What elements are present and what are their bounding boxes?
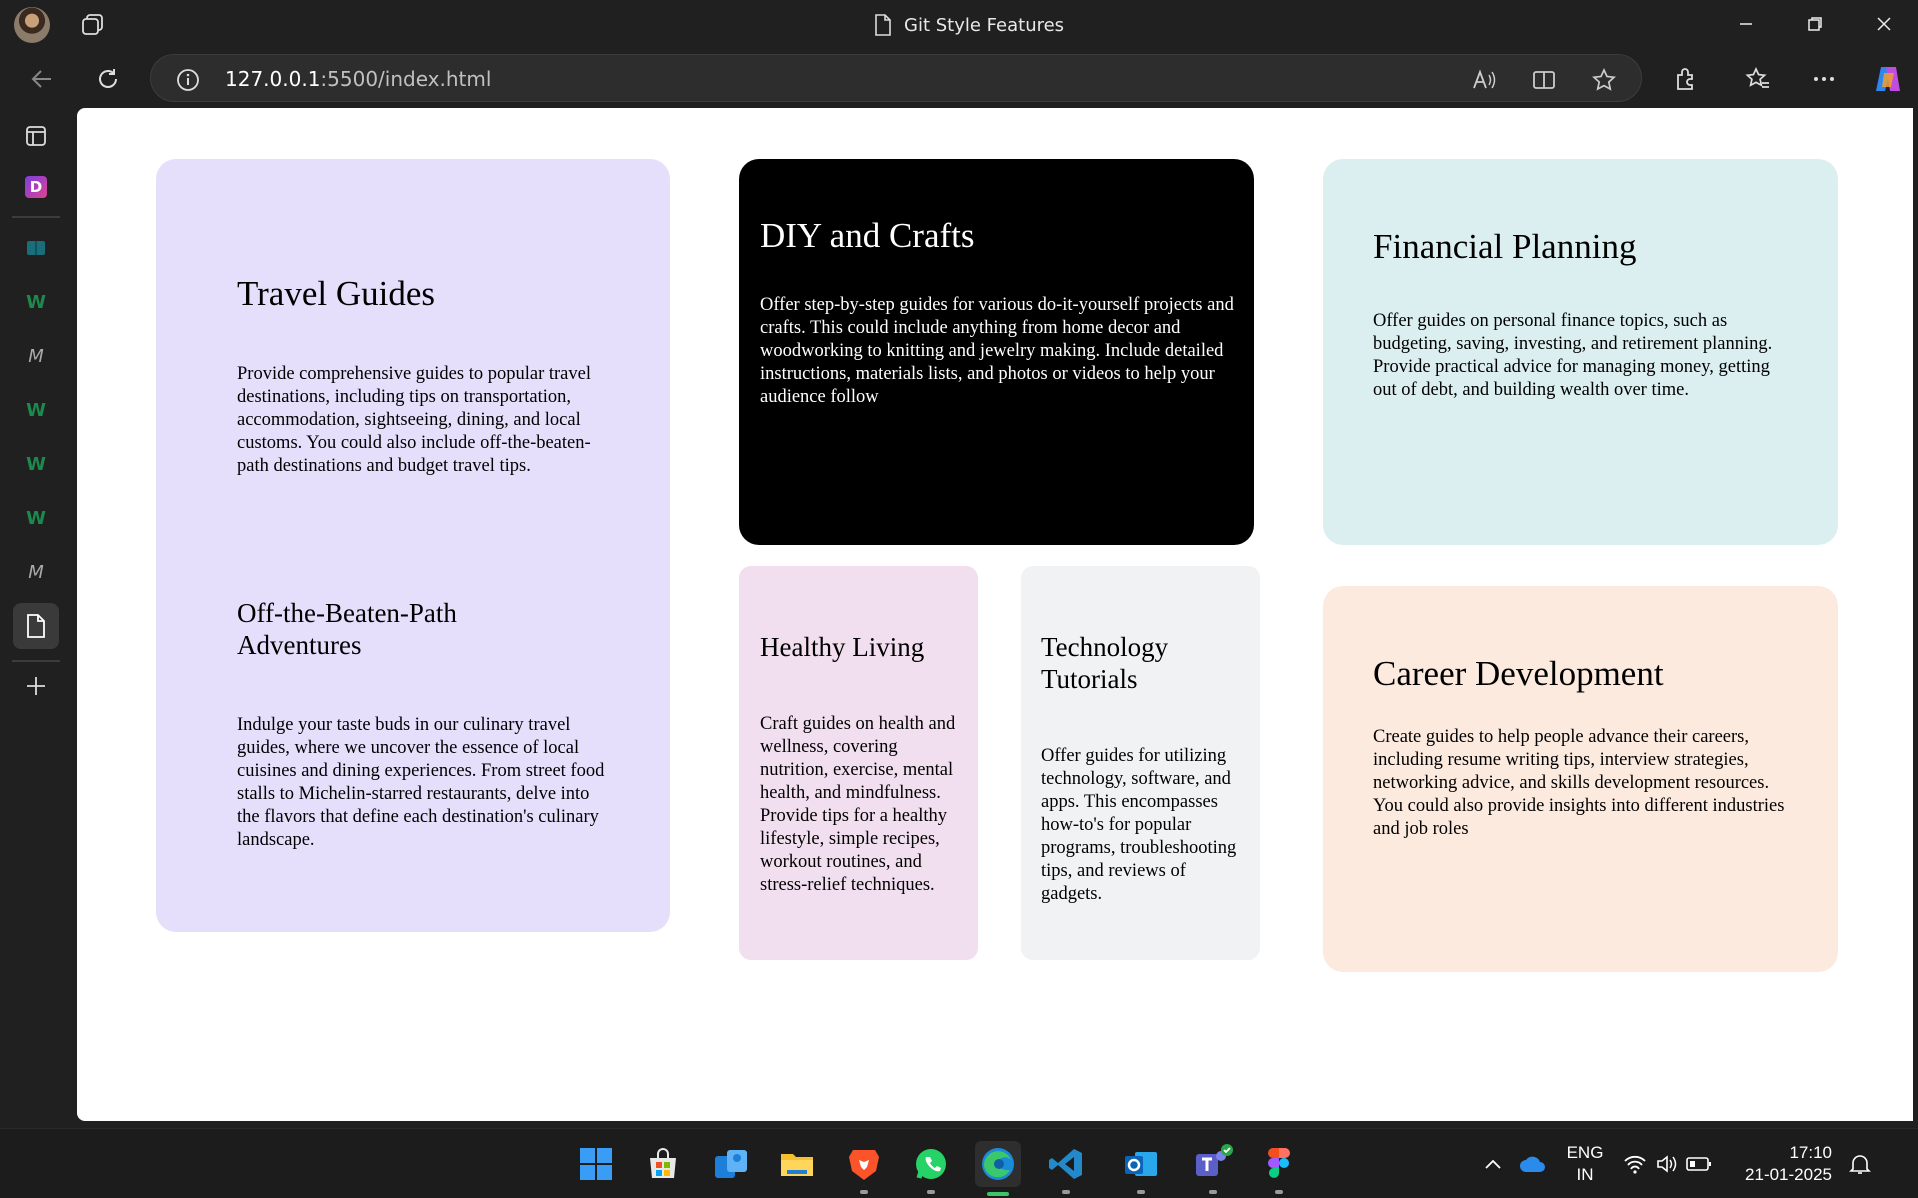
technology-tutorials-card: Technology Tutorials Offer guides for ut… [1021, 566, 1260, 960]
w-icon[interactable]: W [16, 282, 56, 322]
window-title-text: Git Style Features [904, 14, 1065, 36]
diy-crafts-card: DIY and Crafts Offer step-by-step guides… [739, 159, 1254, 545]
sidebar-divider [12, 216, 60, 218]
adventures-text: Indulge your taste buds in our culinary … [237, 715, 605, 850]
financial-planning-card: Financial Planning Offer guides on perso… [1323, 159, 1838, 545]
tab-actions-icon[interactable] [16, 116, 56, 156]
travel-guides-heading: Travel Guides [237, 274, 436, 313]
back-button[interactable] [24, 61, 60, 97]
vscode-icon[interactable] [1045, 1143, 1087, 1194]
window-title: Git Style Features [874, 12, 1064, 38]
clock[interactable]: 17:10 21-01-2025 [1722, 1142, 1832, 1186]
technology-tutorials-text: Offer guides for utilizing technology, s… [1041, 746, 1237, 904]
read-aloud-icon[interactable] [1471, 67, 1497, 93]
diy-crafts-text: Offer step-by-step guides for various do… [760, 295, 1234, 407]
healthy-living-heading: Healthy Living [760, 632, 925, 662]
running-indicator [1062, 1190, 1070, 1194]
outlook-icon[interactable] [1120, 1143, 1162, 1194]
tab-actions-icon[interactable] [80, 12, 106, 38]
system-tray: ENG IN 17:10 21-01-2025 [1478, 1129, 1880, 1198]
document-icon[interactable] [13, 603, 59, 649]
technology-tutorials-heading: Technology Tutorials [1041, 632, 1169, 694]
teams-icon[interactable] [1192, 1143, 1234, 1194]
more-options-icon[interactable] [1806, 61, 1842, 97]
people-icon[interactable] [710, 1143, 752, 1185]
language-indicator[interactable]: ENG IN [1558, 1142, 1612, 1186]
browser-sidebar: D W M W W W M [0, 108, 72, 1128]
w-icon[interactable]: W [16, 498, 56, 538]
w-icon[interactable]: W [16, 390, 56, 430]
travel-guides-card: Travel Guides Provide comprehensive guid… [156, 159, 670, 932]
running-indicator [1137, 1190, 1145, 1194]
financial-planning-heading: Financial Planning [1373, 227, 1637, 266]
running-indicator [1275, 1190, 1283, 1194]
active-indicator [987, 1192, 1009, 1196]
store-icon[interactable] [642, 1143, 684, 1185]
url-path: :5500/index.html [320, 67, 492, 91]
figma-icon[interactable] [1258, 1143, 1300, 1194]
url-text[interactable]: 127.0.0.1:5500/index.html [225, 67, 491, 91]
site-info-icon[interactable] [175, 67, 201, 93]
clock-time: 17:10 [1789, 1143, 1832, 1162]
adventures-heading: Off-the-Beaten-Path Adventures [237, 598, 457, 660]
language-line2: IN [1576, 1165, 1594, 1184]
close-button[interactable] [1849, 0, 1918, 48]
d-app-glyph: D [25, 176, 47, 198]
m-icon[interactable]: M [16, 552, 56, 592]
notification-icon[interactable] [1840, 1153, 1880, 1175]
wifi-icon[interactable] [1618, 1154, 1652, 1174]
w-icon[interactable]: W [16, 444, 56, 484]
start-icon[interactable] [575, 1143, 617, 1185]
favorites-icon[interactable] [1740, 61, 1776, 97]
copilot-icon[interactable] [1870, 61, 1906, 97]
favorite-star-icon[interactable] [1591, 67, 1617, 93]
running-indicator [860, 1190, 868, 1194]
windows-taskbar: ENG IN 17:10 21-01-2025 [0, 1128, 1918, 1198]
plus-icon[interactable] [16, 666, 56, 706]
d-app-icon[interactable]: D [16, 167, 56, 207]
career-development-text: Create guides to help people advance the… [1373, 727, 1785, 839]
window-controls [1711, 0, 1918, 48]
brave-icon[interactable] [843, 1143, 885, 1194]
file-explorer-icon[interactable] [776, 1143, 818, 1185]
language-line1: ENG [1566, 1143, 1604, 1162]
whatsapp-icon[interactable] [910, 1143, 952, 1194]
volume-icon[interactable] [1652, 1154, 1682, 1174]
address-bar[interactable]: 127.0.0.1:5500/index.html [150, 54, 1642, 102]
extensions-icon[interactable] [1668, 61, 1704, 97]
reader-view-icon[interactable] [1531, 67, 1557, 93]
profile-avatar[interactable] [14, 7, 50, 43]
running-indicator [1209, 1190, 1217, 1194]
healthy-living-text: Craft guides on health and wellness, cov… [760, 714, 956, 895]
book-icon[interactable] [16, 228, 56, 268]
career-development-heading: Career Development [1373, 654, 1664, 693]
clock-date: 21-01-2025 [1745, 1165, 1832, 1184]
career-development-card: Career Development Create guides to help… [1323, 586, 1838, 972]
browser-toolbar: 127.0.0.1:5500/index.html [0, 48, 1918, 108]
running-indicator [927, 1190, 935, 1194]
url-host: 127.0.0.1 [225, 67, 321, 91]
document-icon [875, 14, 891, 36]
restore-button[interactable] [1780, 0, 1849, 48]
page-viewport: Travel Guides Provide comprehensive guid… [77, 108, 1913, 1121]
refresh-button[interactable] [90, 61, 126, 97]
minimize-button[interactable] [1711, 0, 1780, 48]
travel-guides-text: Provide comprehensive guides to popular … [237, 364, 591, 476]
onedrive-icon[interactable] [1508, 1155, 1558, 1173]
title-bar: Git Style Features [0, 0, 1918, 48]
diy-crafts-heading: DIY and Crafts [760, 216, 975, 255]
sidebar-divider [12, 660, 60, 662]
edge-icon[interactable] [975, 1141, 1021, 1196]
chevron-up-icon[interactable] [1478, 1158, 1508, 1170]
battery-icon[interactable] [1682, 1156, 1716, 1172]
healthy-living-card: Healthy Living Craft guides on health an… [739, 566, 978, 960]
financial-planning-text: Offer guides on personal finance topics,… [1373, 311, 1773, 400]
m-icon[interactable]: M [16, 336, 56, 376]
